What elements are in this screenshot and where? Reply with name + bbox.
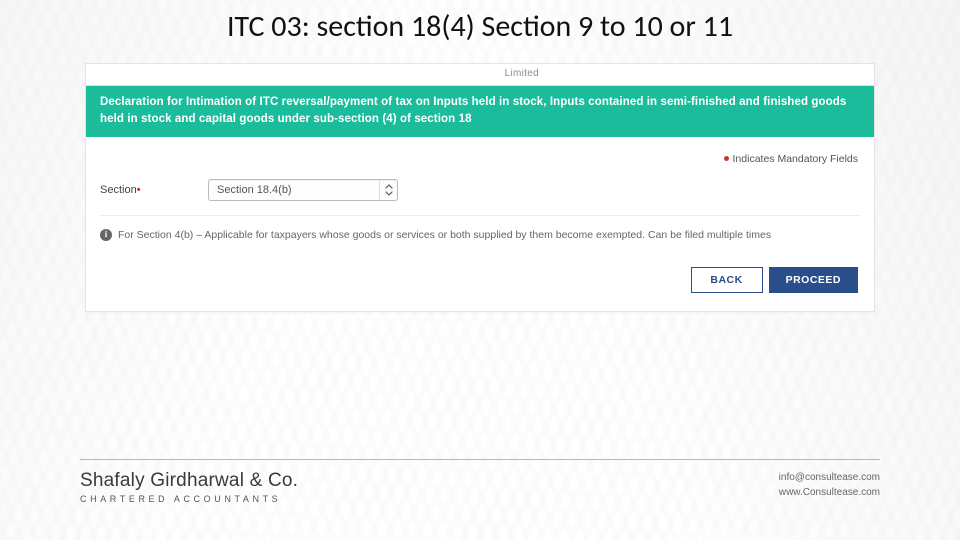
contact-site: www.Consultease.com (779, 485, 880, 500)
panel-body: Indicates Mandatory Fields Section• Sect… (86, 137, 874, 312)
firm-subtitle: CHARTERED ACCOUNTANTS (80, 494, 298, 504)
chevron-updown-icon (379, 180, 397, 200)
slide-title: ITC 03: section 18(4) Section 9 to 10 or… (0, 0, 960, 45)
mandatory-dot-icon (724, 156, 729, 161)
section-info-note: i For Section 4(b) – Applicable for taxp… (100, 215, 860, 244)
slide-footer: Shafaly Girdharwal & Co. CHARTERED ACCOU… (80, 459, 880, 504)
limited-tag: Limited (505, 68, 539, 79)
slide-container: ITC 03: section 18(4) Section 9 to 10 or… (0, 0, 960, 540)
section-select-value: Section 18.4(b) (217, 184, 292, 196)
firm-name: Shafaly Girdharwal & Co. (80, 470, 298, 492)
section-field-row: Section• Section 18.4(b) (100, 179, 860, 215)
mandatory-note: Indicates Mandatory Fields (100, 147, 860, 179)
section-select[interactable]: Section 18.4(b) (208, 179, 398, 201)
firm-block: Shafaly Girdharwal & Co. CHARTERED ACCOU… (80, 470, 298, 504)
panel-header-strip: Limited (86, 64, 874, 86)
declaration-banner: Declaration for Intimation of ITC revers… (86, 86, 874, 137)
required-star-icon: • (137, 184, 141, 196)
button-row: BACK PROCEED (100, 243, 860, 297)
contact-block: info@consultease.com www.Consultease.com (779, 470, 880, 500)
section-info-text: For Section 4(b) – Applicable for taxpay… (118, 228, 771, 244)
form-panel: Limited Declaration for Intimation of IT… (85, 63, 875, 312)
mandatory-note-text: Indicates Mandatory Fields (733, 153, 858, 165)
back-button[interactable]: BACK (691, 267, 763, 293)
section-label-text: Section (100, 184, 137, 196)
section-label: Section• (100, 184, 190, 196)
proceed-button[interactable]: PROCEED (769, 267, 858, 293)
contact-email: info@consultease.com (779, 470, 880, 485)
info-icon: i (100, 229, 112, 241)
